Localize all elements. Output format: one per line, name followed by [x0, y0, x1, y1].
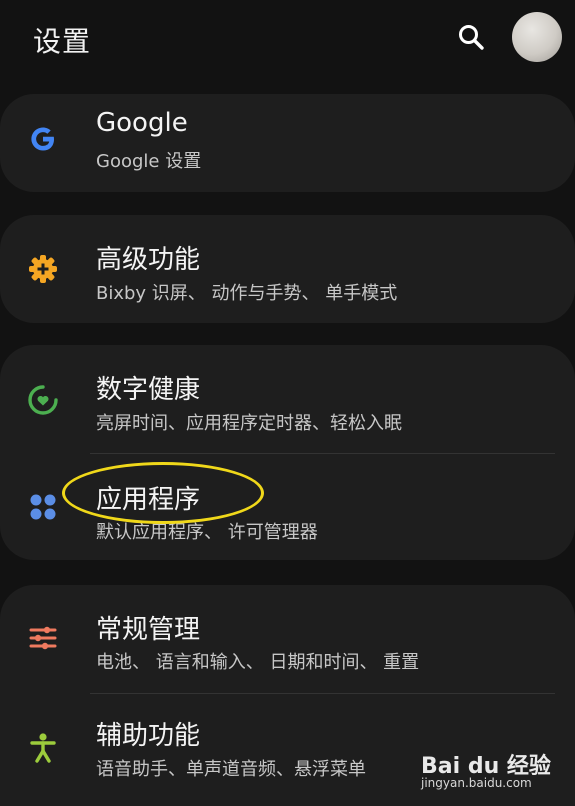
- settings-item-apps[interactable]: 应用程序 默认应用程序、 许可管理器: [0, 453, 575, 561]
- item-subtitle: Google 设置: [96, 151, 202, 172]
- search-button[interactable]: [452, 18, 490, 56]
- watermark: Bai du 经验 jingyan.baidu.com: [421, 742, 551, 798]
- card-google: Google Google 设置: [0, 94, 575, 192]
- item-title: Google: [96, 108, 188, 138]
- settings-item-wellbeing[interactable]: 数字健康 亮屏时间、应用程序定时器、轻松入眠: [0, 345, 575, 453]
- avatar[interactable]: [512, 12, 562, 62]
- gear-plus-icon: [22, 248, 64, 290]
- apps-grid-icon: [22, 486, 64, 528]
- item-title: 高级功能: [96, 245, 201, 275]
- sliders-icon: [22, 617, 64, 659]
- accessibility-icon: [22, 727, 64, 769]
- top-bar: 设置: [0, 0, 575, 80]
- settings-item-advanced[interactable]: 高级功能 Bixby 识屏、 动作与手势、 单手模式: [0, 215, 575, 323]
- card-advanced: 高级功能 Bixby 识屏、 动作与手势、 单手模式: [0, 215, 575, 323]
- item-subtitle: 电池、 语言和输入、 日期和时间、 重置: [96, 652, 420, 673]
- item-title: 数字健康: [96, 375, 201, 405]
- item-subtitle: 语音助手、单声道音频、悬浮菜单: [96, 759, 366, 780]
- wellbeing-icon: [22, 379, 64, 421]
- item-subtitle: Bixby 识屏、 动作与手势、 单手模式: [96, 283, 398, 304]
- item-title: 常规管理: [96, 615, 201, 645]
- search-icon: [459, 25, 484, 50]
- item-title: 应用程序: [96, 485, 201, 515]
- settings-item-general[interactable]: 常规管理 电池、 语言和输入、 日期和时间、 重置: [0, 585, 575, 693]
- item-subtitle: 默认应用程序、 许可管理器: [96, 522, 318, 543]
- item-subtitle: 亮屏时间、应用程序定时器、轻松入眠: [96, 413, 402, 434]
- google-icon: [22, 118, 64, 160]
- settings-item-google[interactable]: Google Google 设置: [0, 94, 575, 192]
- card-wellbeing-apps: 数字健康 亮屏时间、应用程序定时器、轻松入眠 应用程序 默认应用程序、 许可管理…: [0, 345, 575, 560]
- item-title: 辅助功能: [96, 721, 201, 751]
- page-title: 设置: [33, 25, 92, 58]
- watermark-url: jingyan.baidu.com: [421, 776, 532, 790]
